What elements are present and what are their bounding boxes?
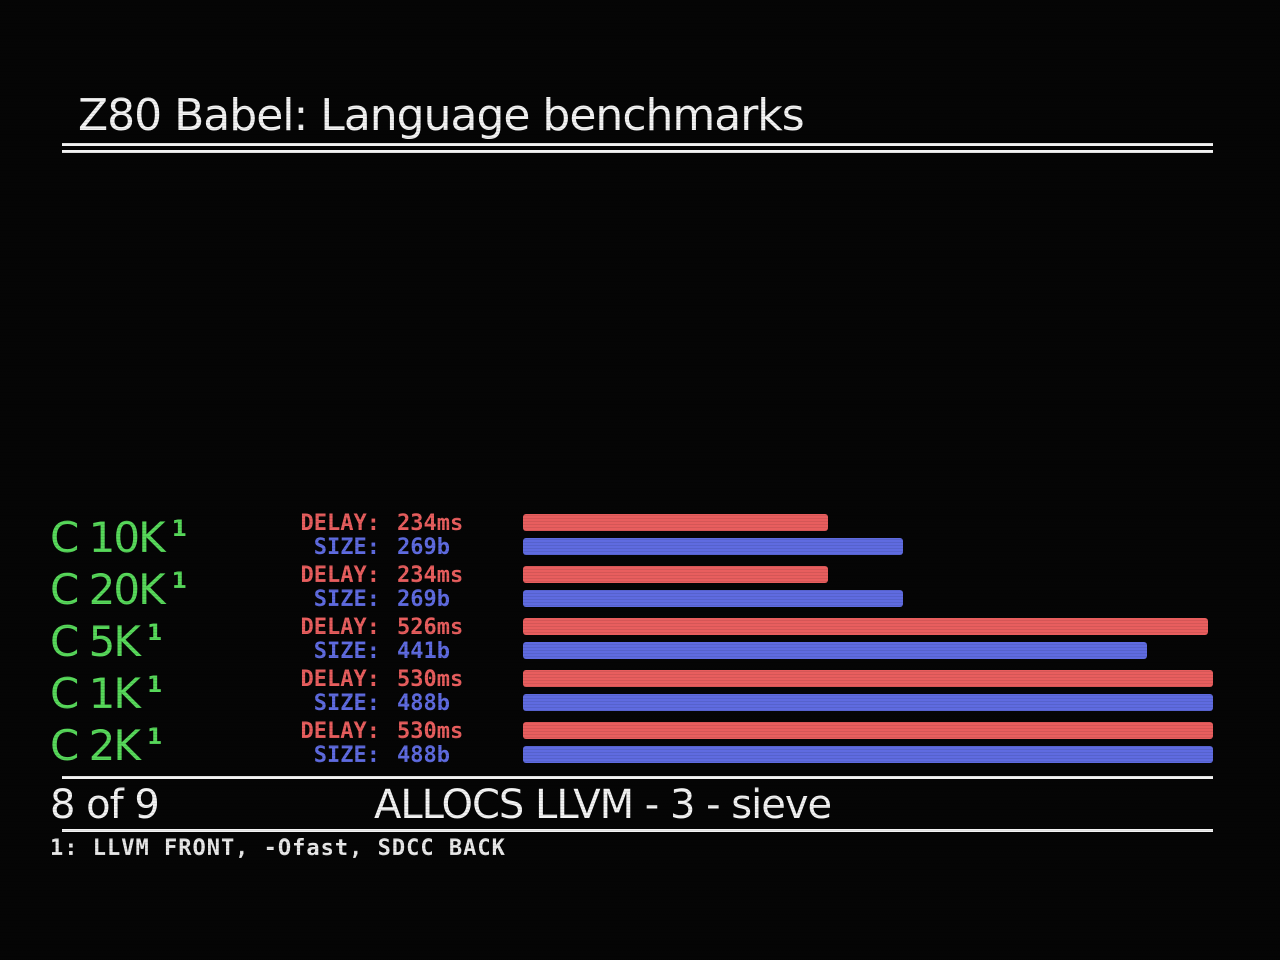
size-bar xyxy=(523,694,1213,711)
footer-top-rule xyxy=(62,776,1213,779)
size-prefix-label: SIZE: xyxy=(314,743,380,768)
delay-prefix-label: DELAY: xyxy=(301,667,380,692)
delay-prefix-label: DELAY: xyxy=(301,615,380,640)
category-label: C 20K 1 xyxy=(50,565,186,614)
category-label: C 10K 1 xyxy=(50,513,186,562)
size-bar xyxy=(523,590,903,607)
size-value-label: 441b xyxy=(397,639,450,664)
delay-bar xyxy=(523,670,1213,687)
delay-bar xyxy=(523,566,828,583)
size-prefix-label: SIZE: xyxy=(314,535,380,560)
delay-bar xyxy=(523,618,1208,635)
page-counter: 8 of 9 xyxy=(50,782,160,828)
delay-value-label: 530ms xyxy=(397,719,463,744)
category-label: C 5K 1 xyxy=(50,617,161,666)
category-label: C 1K 1 xyxy=(50,669,161,718)
size-value-label: 488b xyxy=(397,691,450,716)
size-bar xyxy=(523,538,903,555)
size-value-label: 269b xyxy=(397,535,450,560)
delay-prefix-label: DELAY: xyxy=(301,719,380,744)
delay-bar xyxy=(523,514,828,531)
delay-prefix-label: DELAY: xyxy=(301,511,380,536)
size-value-label: 269b xyxy=(397,587,450,612)
size-bar xyxy=(523,746,1213,763)
size-prefix-label: SIZE: xyxy=(314,691,380,716)
size-prefix-label: SIZE: xyxy=(314,639,380,664)
delay-bar xyxy=(523,722,1213,739)
chart-caption: ALLOCS LLVM - 3 - sieve xyxy=(374,782,832,828)
footer-bottom-rule xyxy=(62,829,1213,832)
delay-value-label: 234ms xyxy=(397,511,463,536)
size-value-label: 488b xyxy=(397,743,450,768)
delay-value-label: 526ms xyxy=(397,615,463,640)
benchmark-screen: Z80 Babel: Language benchmarks C 10K 1 DEL… xyxy=(0,0,1280,960)
delay-prefix-label: DELAY: xyxy=(301,563,380,588)
category-label: C 2K 1 xyxy=(50,721,161,770)
size-bar xyxy=(523,642,1147,659)
delay-value-label: 234ms xyxy=(397,563,463,588)
size-prefix-label: SIZE: xyxy=(314,587,380,612)
delay-value-label: 530ms xyxy=(397,667,463,692)
footnote: 1: LLVM FRONT, -Ofast, SDCC BACK xyxy=(50,836,506,861)
